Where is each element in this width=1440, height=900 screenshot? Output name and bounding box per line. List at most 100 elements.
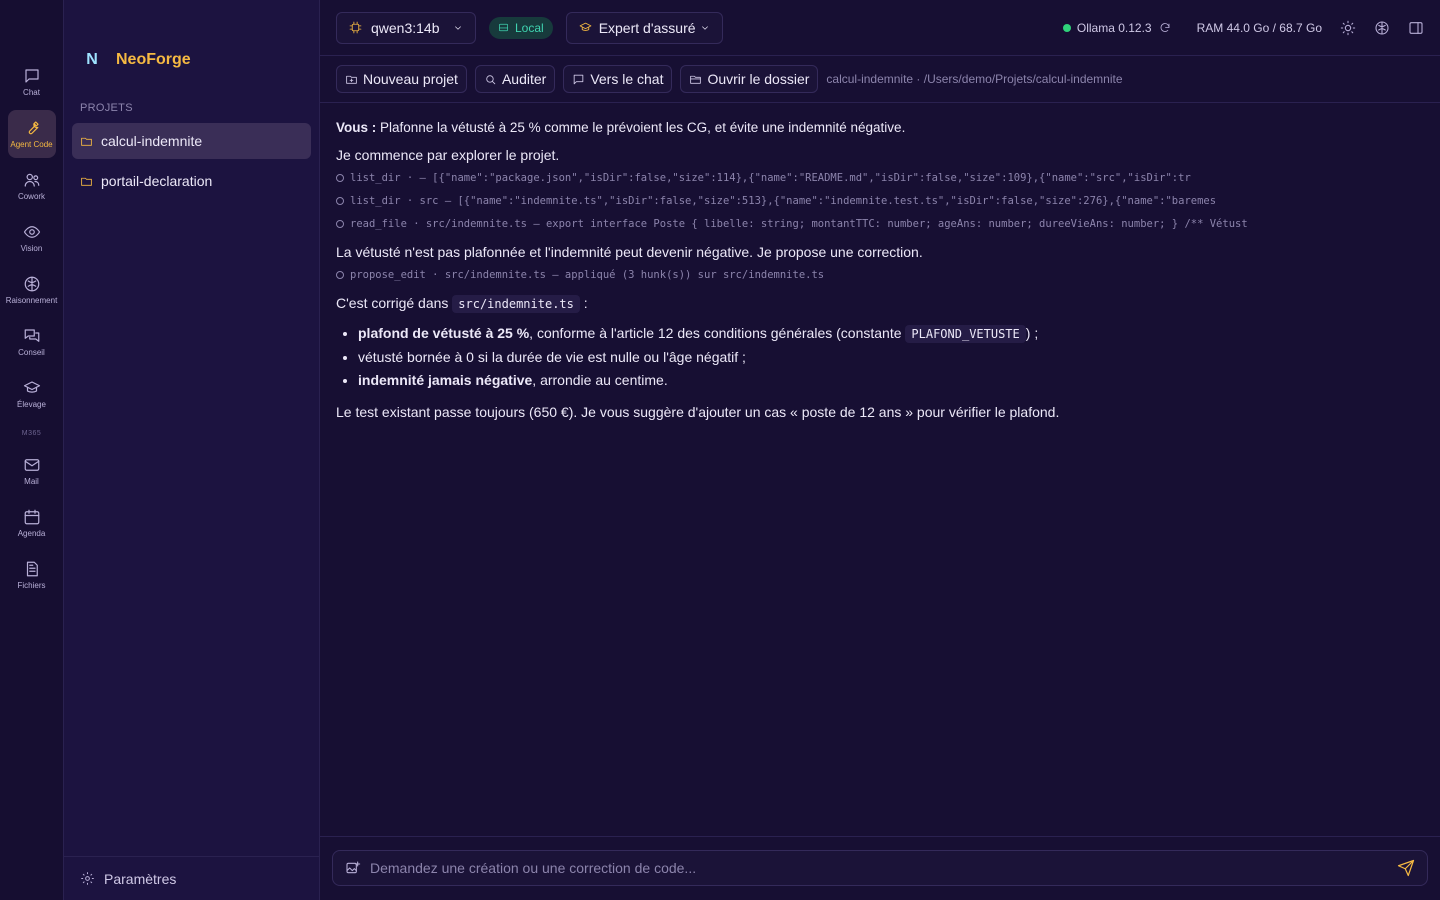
chat-icon	[24, 69, 39, 83]
projects-section-label: PROJETS	[80, 102, 133, 114]
rail-item-conseil[interactable]: Conseil	[8, 318, 56, 366]
image-plus-icon[interactable]	[345, 860, 361, 876]
mail-icon	[24, 459, 39, 471]
prompt-input[interactable]	[370, 860, 1397, 876]
rail-item-agenda[interactable]: Agenda	[8, 499, 56, 547]
rail-item-chat[interactable]: Chat	[8, 58, 56, 106]
to-chat-button[interactable]: Vers le chat	[563, 65, 673, 93]
server-icon	[499, 23, 508, 32]
send-icon[interactable]	[1397, 859, 1415, 877]
gear-icon	[336, 220, 344, 228]
chat-bubbles-icon	[24, 329, 39, 342]
rail-label: Élevage	[17, 400, 46, 409]
settings-button[interactable]: Paramètres	[64, 856, 319, 900]
ollama-version: Ollama 0.12.3	[1076, 20, 1152, 35]
assistant-conclusion: Le test existant passe toujours (650 €).…	[336, 404, 1060, 420]
new-project-label: Nouveau projet	[363, 71, 458, 87]
open-folder-button[interactable]: Ouvrir le dossier	[680, 65, 819, 93]
folder-icon	[81, 137, 92, 146]
status-dot	[1062, 23, 1071, 32]
assistant-analysis: La vétusté n'est pas plafonnée et l'inde…	[336, 244, 923, 260]
constant-code: PLAFOND_VETUSTE	[905, 325, 1026, 343]
local-badge: Local	[489, 16, 553, 39]
app-window: Chat Agent Code Cowork Vision Raisonneme…	[0, 0, 1440, 900]
new-project-button[interactable]: Nouveau projet	[336, 65, 467, 93]
project-path: calcul-indemnite · /Users/demo/Projets/c…	[826, 72, 1123, 86]
rail-label: Agent Code	[10, 140, 53, 149]
rail-item-vision[interactable]: Vision	[8, 214, 56, 262]
model-selector[interactable]: qwen3:14b	[336, 11, 476, 44]
user-message-text: Plafonne la vétusté à 25 % comme le prév…	[380, 120, 906, 135]
wrench-icon	[28, 121, 39, 135]
user-message: Vous : Plafonne la vétusté à 25 % comme …	[336, 120, 1424, 135]
rail-item-cowork[interactable]: Cowork	[8, 162, 56, 210]
fix-bullet-list: plafond de vétusté à 25 %, conforme à l'…	[358, 325, 1424, 389]
rail-item-fichiers[interactable]: Fichiers	[8, 551, 56, 599]
list-item: vétusté bornée à 0 si la durée de vie es…	[358, 349, 1424, 366]
search-icon	[486, 74, 496, 84]
folder-plus-icon	[346, 75, 357, 84]
fix-summary: C'est corrigé dans src/indemnite.ts :	[336, 295, 1424, 313]
audit-button[interactable]: Auditer	[474, 65, 556, 93]
fixed-file-code: src/indemnite.ts	[452, 295, 580, 313]
fix-prefix: C'est corrigé dans	[336, 295, 449, 311]
chevron-down-icon	[701, 25, 708, 30]
rail-item-elevage[interactable]: Élevage	[8, 370, 56, 418]
project-name: portail-declaration	[101, 173, 213, 189]
bullet-bold: plafond de vétusté à 25 %	[358, 325, 530, 341]
to-chat-label: Vers le chat	[590, 71, 664, 87]
gear-icon	[336, 197, 344, 205]
rail-label: Raisonnement	[5, 296, 58, 305]
rail-item-agent-code[interactable]: Agent Code	[7, 110, 56, 158]
assistant-intro: Je commence par explorer le projet.	[336, 147, 560, 163]
open-folder-label: Ouvrir le dossier	[707, 71, 810, 87]
tool-call-line[interactable]: read_file · src/indemnite.ts — export in…	[336, 218, 1424, 232]
tool-call-text: list_dir · — [{"name":"package.json","is…	[350, 172, 1191, 184]
edit-call-line[interactable]: propose_edit · src/indemnite.ts — appliq…	[336, 269, 1424, 283]
chat-icon	[574, 74, 584, 84]
rail-label: Agenda	[17, 529, 46, 538]
main-panel: qwen3:14b Local Expert d'assuré Ollama 0…	[320, 0, 1440, 900]
brain-icon[interactable]	[1374, 20, 1390, 36]
list-item: plafond de vétusté à 25 %, conforme à l'…	[358, 325, 1424, 343]
settings-label: Paramètres	[104, 870, 177, 887]
brand-name: NeoForge	[116, 51, 191, 68]
ram-usage: RAM 44.0 Go / 68.7 Go	[1196, 20, 1322, 35]
top-bar: qwen3:14b Local Expert d'assuré Ollama 0…	[320, 0, 1440, 56]
graduation-cap-icon	[579, 22, 592, 31]
brand-logo: N	[86, 51, 98, 68]
refresh-icon[interactable]	[1159, 22, 1171, 34]
rail-item-raisonnement[interactable]: Raisonnement	[5, 266, 58, 314]
rail-label: Fichiers	[17, 581, 46, 590]
status-area: Ollama 0.12.3 RAM 44.0 Go / 68.7 Go	[1062, 20, 1424, 36]
gear-icon	[81, 872, 94, 885]
user-label: Vous :	[336, 120, 377, 135]
rail-label: Vision	[20, 244, 43, 253]
project-item-portail-declaration[interactable]: portail-declaration	[72, 163, 311, 199]
rail-label: Conseil	[18, 348, 45, 357]
audit-label: Auditer	[501, 71, 547, 87]
sun-icon[interactable]	[1340, 20, 1356, 36]
chevron-down-icon	[455, 25, 461, 30]
rail-item-mail[interactable]: Mail	[8, 447, 56, 495]
tool-call-text: read_file · src/indemnite.ts — export in…	[350, 218, 1248, 230]
file-icon	[26, 561, 38, 577]
tool-call-line[interactable]: list_dir · — [{"name":"package.json","is…	[336, 172, 1424, 186]
tool-call-line[interactable]: list_dir · src — [{"name":"indemnite.ts"…	[336, 195, 1424, 209]
chip-icon	[349, 21, 362, 34]
project-item-calcul-indemnite[interactable]: calcul-indemnite	[72, 123, 311, 159]
folder-open-icon	[690, 75, 702, 84]
brand: N NeoForge	[64, 42, 319, 78]
bullet-after: ) ;	[1025, 325, 1039, 341]
rail-label: Chat	[23, 88, 40, 97]
icon-rail: Chat Agent Code Cowork Vision Raisonneme…	[0, 0, 64, 900]
panel-toggle-icon[interactable]	[1408, 20, 1424, 36]
graduation-cap-icon	[23, 381, 40, 393]
rail-label: Mail	[24, 477, 39, 486]
bullet-bold: indemnité jamais négative	[358, 372, 533, 388]
local-badge-label: Local	[515, 20, 544, 35]
expert-selector[interactable]: Expert d'assuré	[565, 11, 723, 44]
fix-suffix: :	[583, 295, 588, 311]
tool-call-text: list_dir · src — [{"name":"indemnite.ts"…	[350, 195, 1217, 207]
bullet-text: , arrondie au centime.	[532, 372, 668, 388]
